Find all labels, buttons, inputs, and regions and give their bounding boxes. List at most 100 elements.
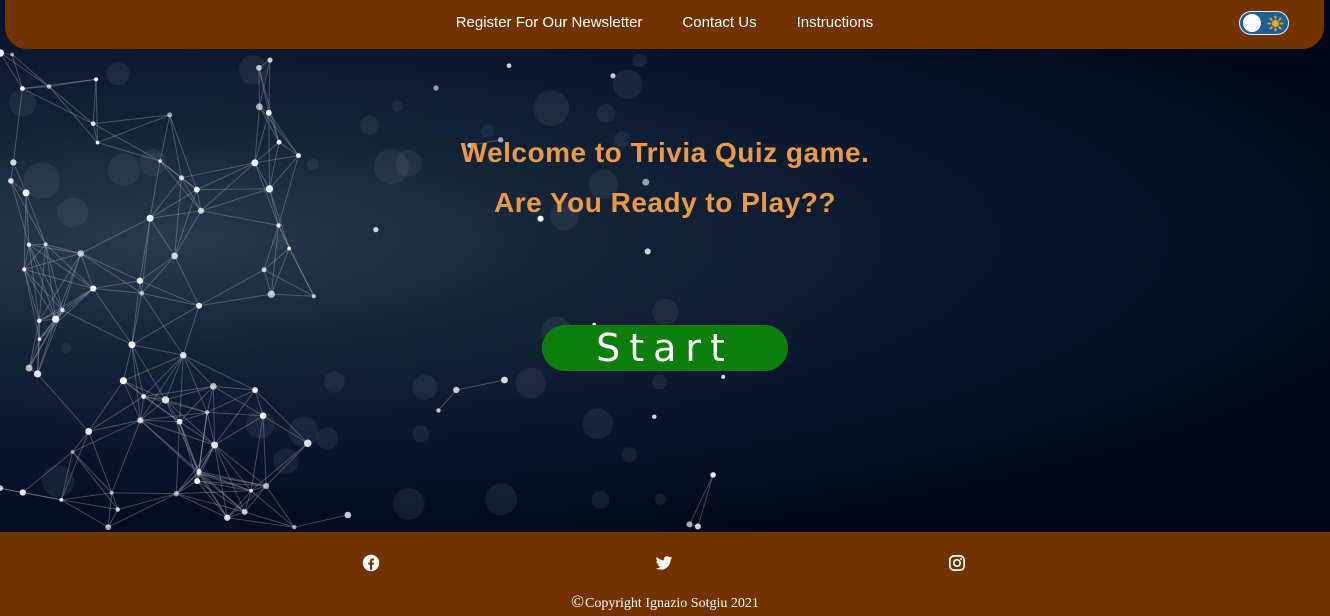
network-line	[179, 421, 199, 474]
network-node	[263, 482, 270, 490]
network-line	[149, 218, 176, 257]
nav-links: Register For Our Newsletter Contact Us I…	[5, 0, 1324, 45]
network-line	[206, 412, 216, 446]
facebook-icon[interactable]	[362, 554, 380, 572]
network-node	[252, 387, 258, 393]
network-line	[139, 218, 151, 281]
network-node	[77, 250, 85, 257]
network-bokeh	[652, 298, 679, 326]
page: Welcome to Trivia Quiz game. Are You Rea…	[0, 0, 1330, 616]
network-line	[143, 354, 184, 397]
network-node	[119, 377, 127, 385]
network-line	[92, 288, 133, 346]
footer: ©Copyright Ignazio Sotgiu 2021	[0, 532, 1330, 616]
network-node	[90, 121, 96, 127]
network-node	[8, 178, 14, 184]
network-node	[436, 408, 441, 413]
network-line	[72, 431, 90, 453]
network-line	[131, 280, 141, 345]
network-node	[710, 472, 716, 478]
network-line	[294, 514, 348, 528]
network-node	[267, 290, 275, 298]
network-line	[271, 293, 314, 297]
network-line	[212, 386, 216, 445]
network-bokeh	[621, 447, 638, 463]
network-node	[204, 410, 210, 415]
network-line	[80, 253, 141, 282]
network-line	[88, 431, 113, 493]
network-line	[288, 248, 315, 297]
network-line	[22, 78, 97, 90]
network-bokeh	[316, 427, 339, 450]
network-bokeh	[533, 90, 570, 127]
network-line	[179, 421, 198, 482]
network-bokeh	[596, 104, 616, 123]
network-bokeh	[106, 62, 130, 86]
network-bokeh	[271, 234, 288, 250]
network-line	[174, 255, 200, 306]
network-node	[109, 490, 114, 495]
network-line	[141, 292, 184, 356]
network-node	[256, 64, 262, 71]
network-bokeh	[238, 55, 269, 85]
network-node	[241, 509, 248, 515]
start-button[interactable]: Start	[542, 325, 788, 371]
network-node	[344, 511, 352, 519]
network-bokeh	[412, 374, 438, 400]
network-line	[28, 244, 63, 311]
network-bokeh	[359, 115, 380, 135]
network-line	[28, 244, 40, 321]
network-node	[59, 497, 64, 502]
network-node	[259, 412, 267, 420]
network-line	[175, 444, 216, 494]
network-node	[642, 178, 650, 186]
network-line	[28, 244, 94, 289]
network-line	[140, 419, 215, 446]
network-node	[26, 242, 32, 247]
network-bokeh	[391, 100, 403, 112]
network-line	[62, 288, 94, 311]
network-line	[141, 292, 200, 307]
nav-link-contact[interactable]: Contact Us	[682, 14, 756, 31]
network-node	[25, 364, 33, 372]
network-node	[644, 248, 651, 255]
network-bokeh	[412, 425, 430, 443]
network-node	[194, 478, 201, 485]
network-bokeh	[288, 416, 319, 447]
network-node	[261, 267, 267, 273]
network-line	[93, 288, 142, 294]
network-node	[19, 489, 26, 496]
network-node	[267, 57, 273, 63]
theme-toggle[interactable]	[1239, 11, 1289, 35]
network-line	[131, 344, 184, 356]
nav-link-instructions[interactable]: Instructions	[797, 14, 874, 31]
network-node	[70, 449, 75, 454]
network-bokeh	[654, 493, 667, 505]
twitter-icon[interactable]	[655, 554, 673, 572]
network-node	[22, 267, 27, 272]
network-node	[265, 109, 272, 116]
network-node	[178, 175, 185, 181]
network-node	[433, 85, 439, 91]
network-line	[111, 492, 119, 510]
network-line	[95, 79, 99, 143]
network-line	[141, 218, 151, 294]
network-line	[143, 385, 214, 397]
network-line	[45, 244, 63, 311]
network-line	[689, 474, 714, 525]
network-node	[141, 394, 147, 399]
network-line	[438, 389, 457, 411]
network-line	[183, 354, 256, 391]
network-line	[244, 511, 295, 528]
network-background-image	[0, 49, 726, 530]
instagram-icon[interactable]	[948, 554, 966, 572]
network-line	[80, 217, 151, 254]
network-line	[141, 255, 176, 294]
network-node	[10, 52, 15, 57]
network-line	[88, 419, 141, 432]
network-node	[210, 382, 217, 390]
network-node	[311, 294, 316, 299]
nav-link-newsletter[interactable]: Register For Our Newsletter	[456, 14, 643, 31]
network-node	[686, 521, 693, 528]
copyright-label: Copyright Ignazio Sotgiu 2021	[585, 596, 759, 611]
